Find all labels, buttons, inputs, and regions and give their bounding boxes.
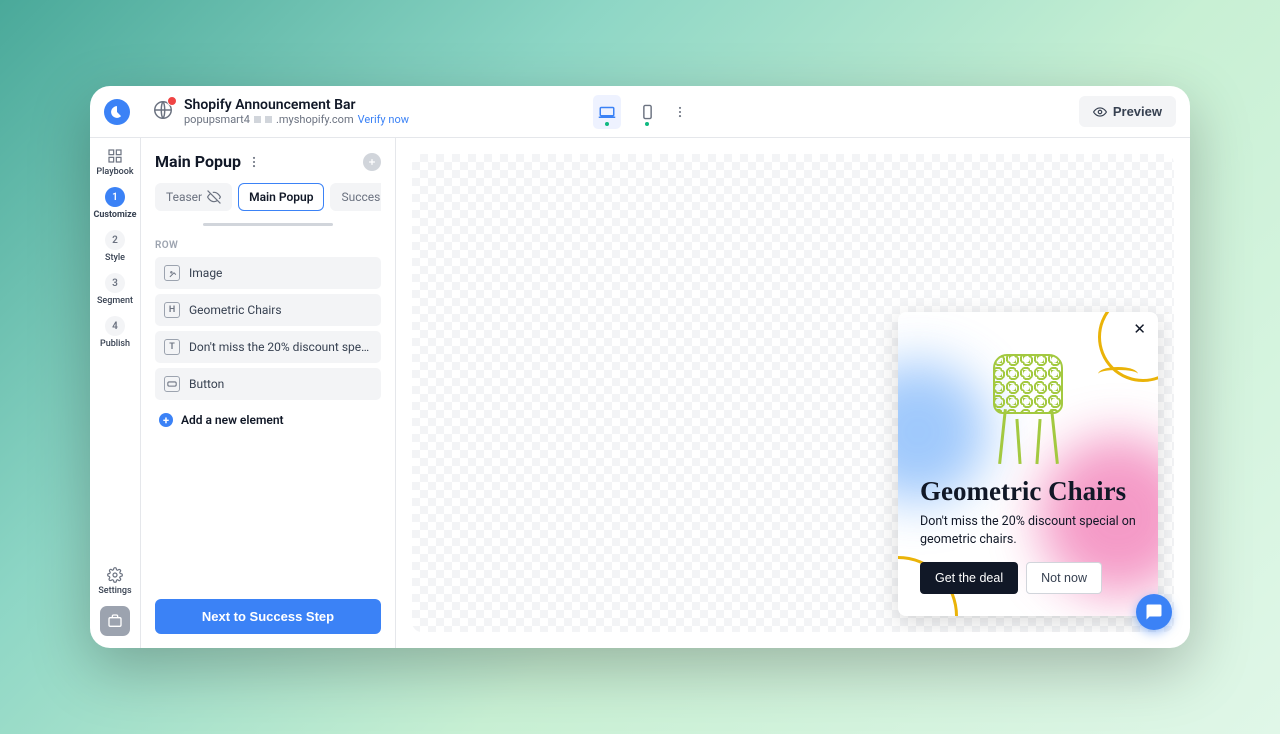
rail-settings[interactable]: Settings <box>98 567 131 596</box>
canvas-surface[interactable]: ✕ Geometric Chairs Don't miss the 20% di… <box>412 154 1174 632</box>
next-step-button[interactable]: Next to Success Step <box>155 599 381 634</box>
header: Shopify Announcement Bar popupsmart4 .my… <box>90 86 1190 138</box>
product-image <box>983 344 1073 464</box>
close-icon[interactable]: ✕ <box>1133 320 1146 338</box>
element-text[interactable]: T Don't miss the 20% discount special on… <box>155 331 381 363</box>
plus-circle-icon: + <box>159 413 173 427</box>
panel-menu-icon[interactable] <box>247 155 261 169</box>
tab-main-popup[interactable]: Main Popup <box>238 183 324 211</box>
desktop-device-button[interactable] <box>593 95 621 129</box>
popup-title: Geometric Chairs <box>920 476 1136 507</box>
canvas-area: ✕ Geometric Chairs Don't miss the 20% di… <box>396 138 1190 648</box>
popup-preview[interactable]: ✕ Geometric Chairs Don't miss the 20% di… <box>898 312 1158 616</box>
title-block: Shopify Announcement Bar popupsmart4 .my… <box>184 97 409 126</box>
element-button[interactable]: Button <box>155 368 381 400</box>
step-rail: Playbook 1 Customize 2 Style 3 Segment 4… <box>90 138 141 648</box>
text-icon: T <box>164 339 180 355</box>
popup-secondary-button[interactable]: Not now <box>1026 562 1102 594</box>
rail-segment[interactable]: 3 Segment <box>97 273 133 306</box>
tab-scroll-indicator[interactable] <box>203 223 333 226</box>
tab-success-step[interactable]: Success Step <box>330 183 381 211</box>
campaign-title: Shopify Announcement Bar <box>184 97 409 113</box>
popup-primary-button[interactable]: Get the deal <box>920 562 1018 594</box>
tab-teaser[interactable]: Teaser <box>155 183 232 211</box>
briefcase-icon <box>107 613 123 629</box>
briefcase-button[interactable] <box>100 606 130 636</box>
gear-icon <box>107 567 123 583</box>
image-icon <box>164 265 180 281</box>
verify-link[interactable]: Verify now <box>358 113 409 126</box>
plus-icon <box>367 157 377 167</box>
domain-status-icon[interactable] <box>152 99 174 125</box>
panel-title: Main Popup <box>155 152 241 171</box>
add-element-button[interactable]: + Add a new element <box>155 405 381 435</box>
brand-logo[interactable] <box>104 99 130 125</box>
more-options-icon[interactable] <box>673 105 687 119</box>
element-image[interactable]: Image <box>155 257 381 289</box>
button-icon <box>164 376 180 392</box>
row-section-label: ROW <box>155 240 381 251</box>
eye-icon <box>1093 105 1107 119</box>
preview-button[interactable]: Preview <box>1079 96 1176 127</box>
domain-text: .myshopify.com <box>276 113 354 126</box>
eye-off-icon <box>207 190 221 204</box>
app-window: Shopify Announcement Bar popupsmart4 .my… <box>90 86 1190 648</box>
grid-icon <box>107 148 123 164</box>
chat-fab[interactable] <box>1136 594 1172 630</box>
body: Playbook 1 Customize 2 Style 3 Segment 4… <box>90 138 1190 648</box>
rail-publish[interactable]: 4 Publish <box>100 316 130 349</box>
mask-icon <box>254 116 261 123</box>
element-heading[interactable]: H Geometric Chairs <box>155 294 381 326</box>
heading-icon: H <box>164 302 180 318</box>
editor-panel: Main Popup Teaser Main Popup Success Ste… <box>141 138 396 648</box>
rail-playbook[interactable]: Playbook <box>96 148 133 177</box>
rail-style[interactable]: 2 Style <box>105 230 125 263</box>
mobile-device-button[interactable] <box>633 95 661 129</box>
account-name: popupsmart4 <box>184 113 250 126</box>
chat-icon <box>1145 603 1163 621</box>
add-step-button[interactable] <box>363 153 381 171</box>
device-switcher <box>593 95 687 129</box>
step-tabs: Teaser Main Popup Success Step <box>155 183 381 211</box>
popup-description: Don't miss the 20% discount special on g… <box>920 513 1136 548</box>
alert-badge <box>167 96 177 106</box>
rail-customize[interactable]: 1 Customize <box>93 187 136 220</box>
favicon-placeholder <box>265 116 272 123</box>
